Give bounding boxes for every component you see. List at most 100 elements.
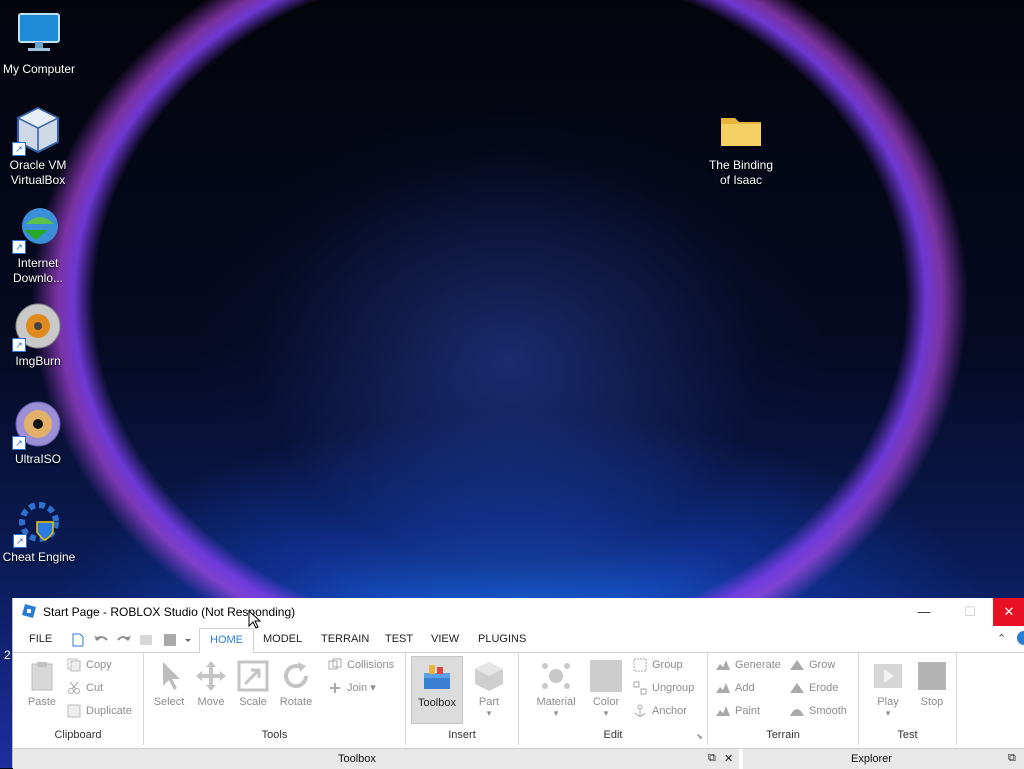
copy-icon <box>67 658 81 672</box>
desktop-icon-imgburn[interactable]: ↗ ImgBurn <box>0 302 76 369</box>
tab-view[interactable]: VIEW <box>421 630 469 652</box>
color-chevron-icon: ▾ <box>603 708 609 718</box>
undo-icon[interactable] <box>93 633 108 647</box>
join-label: Join <box>347 682 368 694</box>
shortcut-arrow-icon: ↗ <box>13 534 27 548</box>
tab-terrain[interactable]: TERRAIN <box>311 630 379 652</box>
anchor-icon <box>633 704 647 718</box>
paint-terrain-button[interactable]: Paint <box>716 701 760 721</box>
desktop-icon-ultraiso[interactable]: ↗ UltraISO <box>0 400 76 467</box>
monitor-icon <box>15 10 63 58</box>
explorer-panel-title[interactable]: Explorer <box>851 753 892 765</box>
close-button[interactable]: ✕ <box>993 598 1024 626</box>
toolbox-button[interactable]: Toolbox <box>411 656 463 724</box>
part-label: Part <box>478 696 500 708</box>
tab-test[interactable]: TEST <box>375 630 423 652</box>
cut-button[interactable]: Cut <box>67 678 103 698</box>
group-button[interactable]: Group <box>633 655 683 675</box>
imgburn-icon: ↗ <box>12 302 62 352</box>
color-button[interactable]: Color ▾ <box>581 656 631 724</box>
dock-panels-bar: Toolbox ⧉ ✕ Explorer ⧉ <box>13 748 1024 769</box>
anchor-button[interactable]: Anchor <box>633 701 687 721</box>
customize-toolbar-chevron-icon[interactable] <box>183 633 193 647</box>
virtualbox-icon: ↗ <box>12 106 62 156</box>
scale-icon <box>237 660 269 692</box>
toolbox-panel-title[interactable]: Toolbox <box>338 753 376 765</box>
maximize-button[interactable]: ☐ <box>947 598 993 626</box>
group-label: Group <box>652 659 683 671</box>
desktop-icon-virtualbox[interactable]: ↗ Oracle VM VirtualBox <box>0 106 76 188</box>
toolbox-close-icon[interactable]: ✕ <box>724 752 733 765</box>
tab-model[interactable]: MODEL <box>253 630 312 652</box>
stop-button[interactable]: Stop <box>907 656 957 724</box>
duplicate-button[interactable]: Duplicate <box>67 701 132 721</box>
erode-terrain-icon <box>790 681 804 695</box>
erode-terrain-button[interactable]: Erode <box>790 678 838 698</box>
play-here-icon[interactable] <box>139 633 153 647</box>
title-bar[interactable]: Start Page - ROBLOX Studio (Not Respondi… <box>13 598 1024 626</box>
group-icon <box>633 658 647 672</box>
join-icon <box>328 681 342 695</box>
paste-label: Paste <box>27 696 57 708</box>
stop-label: Stop <box>920 696 944 708</box>
part-cube-icon <box>473 660 505 692</box>
edit-group-label: Edit <box>603 729 623 741</box>
grow-terrain-button[interactable]: Grow <box>790 655 835 675</box>
file-menu[interactable]: FILE <box>19 630 62 652</box>
join-dropdown[interactable]: Join ▾ <box>328 678 376 698</box>
grow-label: Grow <box>809 659 836 671</box>
help-icon[interactable] <box>1017 631 1024 645</box>
ungroup-button[interactable]: Ungroup <box>633 678 694 698</box>
test-group-label: Test <box>897 729 918 741</box>
collisions-toggle[interactable]: Collisions <box>328 655 394 675</box>
rotate-label: Rotate <box>279 696 313 708</box>
ultraiso-icon: ↗ <box>12 400 62 450</box>
redo-icon[interactable] <box>116 633 131 647</box>
play-icon <box>872 660 904 692</box>
tab-home[interactable]: HOME <box>199 628 254 654</box>
stop-small-icon[interactable] <box>163 633 177 647</box>
desktop-icon-cheat-engine[interactable]: ↗ Cheat Engine <box>1 498 77 565</box>
copy-button[interactable]: Copy <box>67 655 112 675</box>
desktop-icon-binding-of-isaac[interactable]: The Binding of Isaac <box>703 106 779 188</box>
roblox-studio-window[interactable]: Start Page - ROBLOX Studio (Not Respondi… <box>12 598 1024 769</box>
material-button[interactable]: Material ▾ <box>531 656 581 724</box>
collapse-ribbon-icon[interactable]: ⌃ <box>997 632 1006 645</box>
desktop-icon-internet-download-manager[interactable]: ↗ Internet Downlo... <box>0 204 76 286</box>
duplicate-icon <box>67 704 81 718</box>
part-button[interactable]: Part ▾ <box>464 656 514 724</box>
new-file-icon[interactable] <box>71 633 85 647</box>
add-terrain-icon <box>716 681 730 695</box>
rotate-button[interactable]: Rotate <box>271 656 321 724</box>
paint-terrain-icon <box>716 704 730 718</box>
desktop-icon-label: UltraISO <box>14 452 61 466</box>
desktop-icon-label: My Computer <box>2 62 76 76</box>
ungroup-icon <box>633 681 647 695</box>
add-label: Add <box>735 682 755 694</box>
tools-group-label: Tools <box>261 729 288 741</box>
explorer-float-icon[interactable]: ⧉ <box>1008 752 1016 765</box>
play-button[interactable]: Play ▾ <box>863 656 913 724</box>
generate-label: Generate <box>735 659 781 671</box>
paste-icon <box>26 660 58 692</box>
material-icon <box>540 660 572 692</box>
minimize-button[interactable]: — <box>901 598 947 626</box>
desktop-icon-label: ImgBurn <box>15 354 61 368</box>
cursor-arrow-icon <box>153 660 185 692</box>
desktop-icon-my-computer[interactable]: My Computer <box>1 10 77 77</box>
tab-plugins[interactable]: PLUGINS <box>468 630 536 652</box>
toolbox-float-icon[interactable]: ⧉ <box>708 752 716 765</box>
move-arrows-icon <box>195 660 227 692</box>
desktop-icon-label: Internet Downlo... <box>12 256 64 285</box>
idm-icon: ↗ <box>12 204 62 254</box>
roblox-studio-logo-icon <box>22 604 36 618</box>
cut-label: Cut <box>86 682 104 694</box>
smooth-terrain-button[interactable]: Smooth <box>790 701 847 721</box>
desktop-icon-label: The Binding of Isaac <box>708 158 774 187</box>
ungroup-label: Ungroup <box>652 682 695 694</box>
generate-button[interactable]: Generate <box>716 655 781 675</box>
add-terrain-button[interactable]: Add <box>716 678 755 698</box>
copy-label: Copy <box>86 659 112 671</box>
paste-button[interactable]: Paste <box>17 656 67 724</box>
color-label: Color <box>592 696 620 708</box>
